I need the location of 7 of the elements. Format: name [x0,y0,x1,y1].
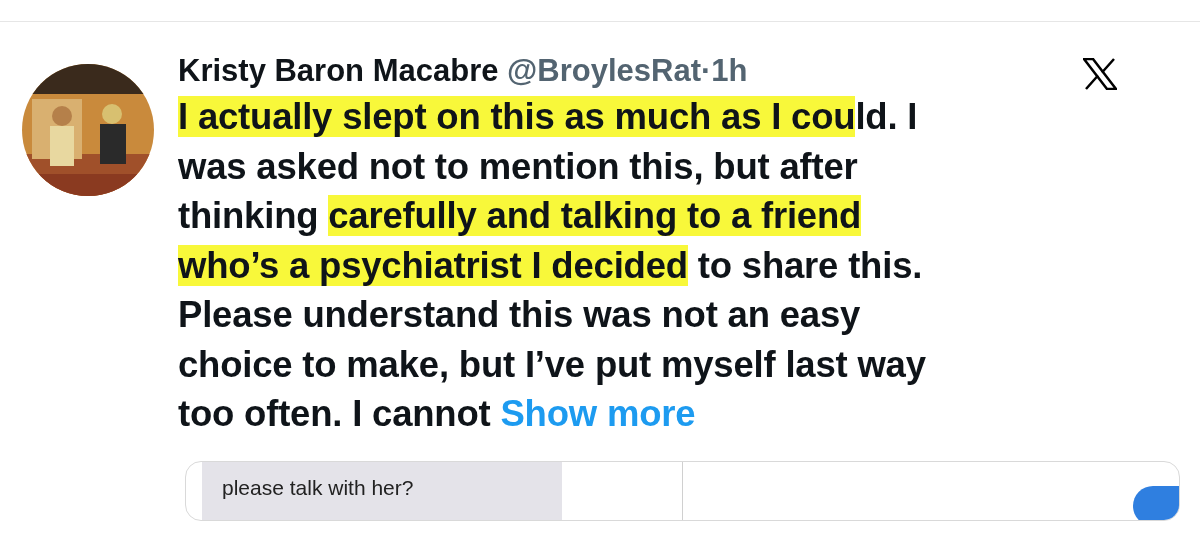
author-name[interactable]: Kristy Baron Macabre [178,53,499,88]
author-handle[interactable]: @BroylesRat [507,53,701,88]
post-time[interactable]: 1h [711,53,748,88]
screenshot-text: please talk with her? [222,475,414,499]
x-logo-icon[interactable] [1083,58,1117,90]
post-text: I actually slept on this as much as I could. I was asked not to mention this, but after thinking carefully and talking to a friend who’s a psychiatrist I decided to share this. Please understand this was not an easy choice to make, but I’ve put myself last way too often. I cannot Show more [178,95,927,436]
separator-dot: · [701,53,712,88]
